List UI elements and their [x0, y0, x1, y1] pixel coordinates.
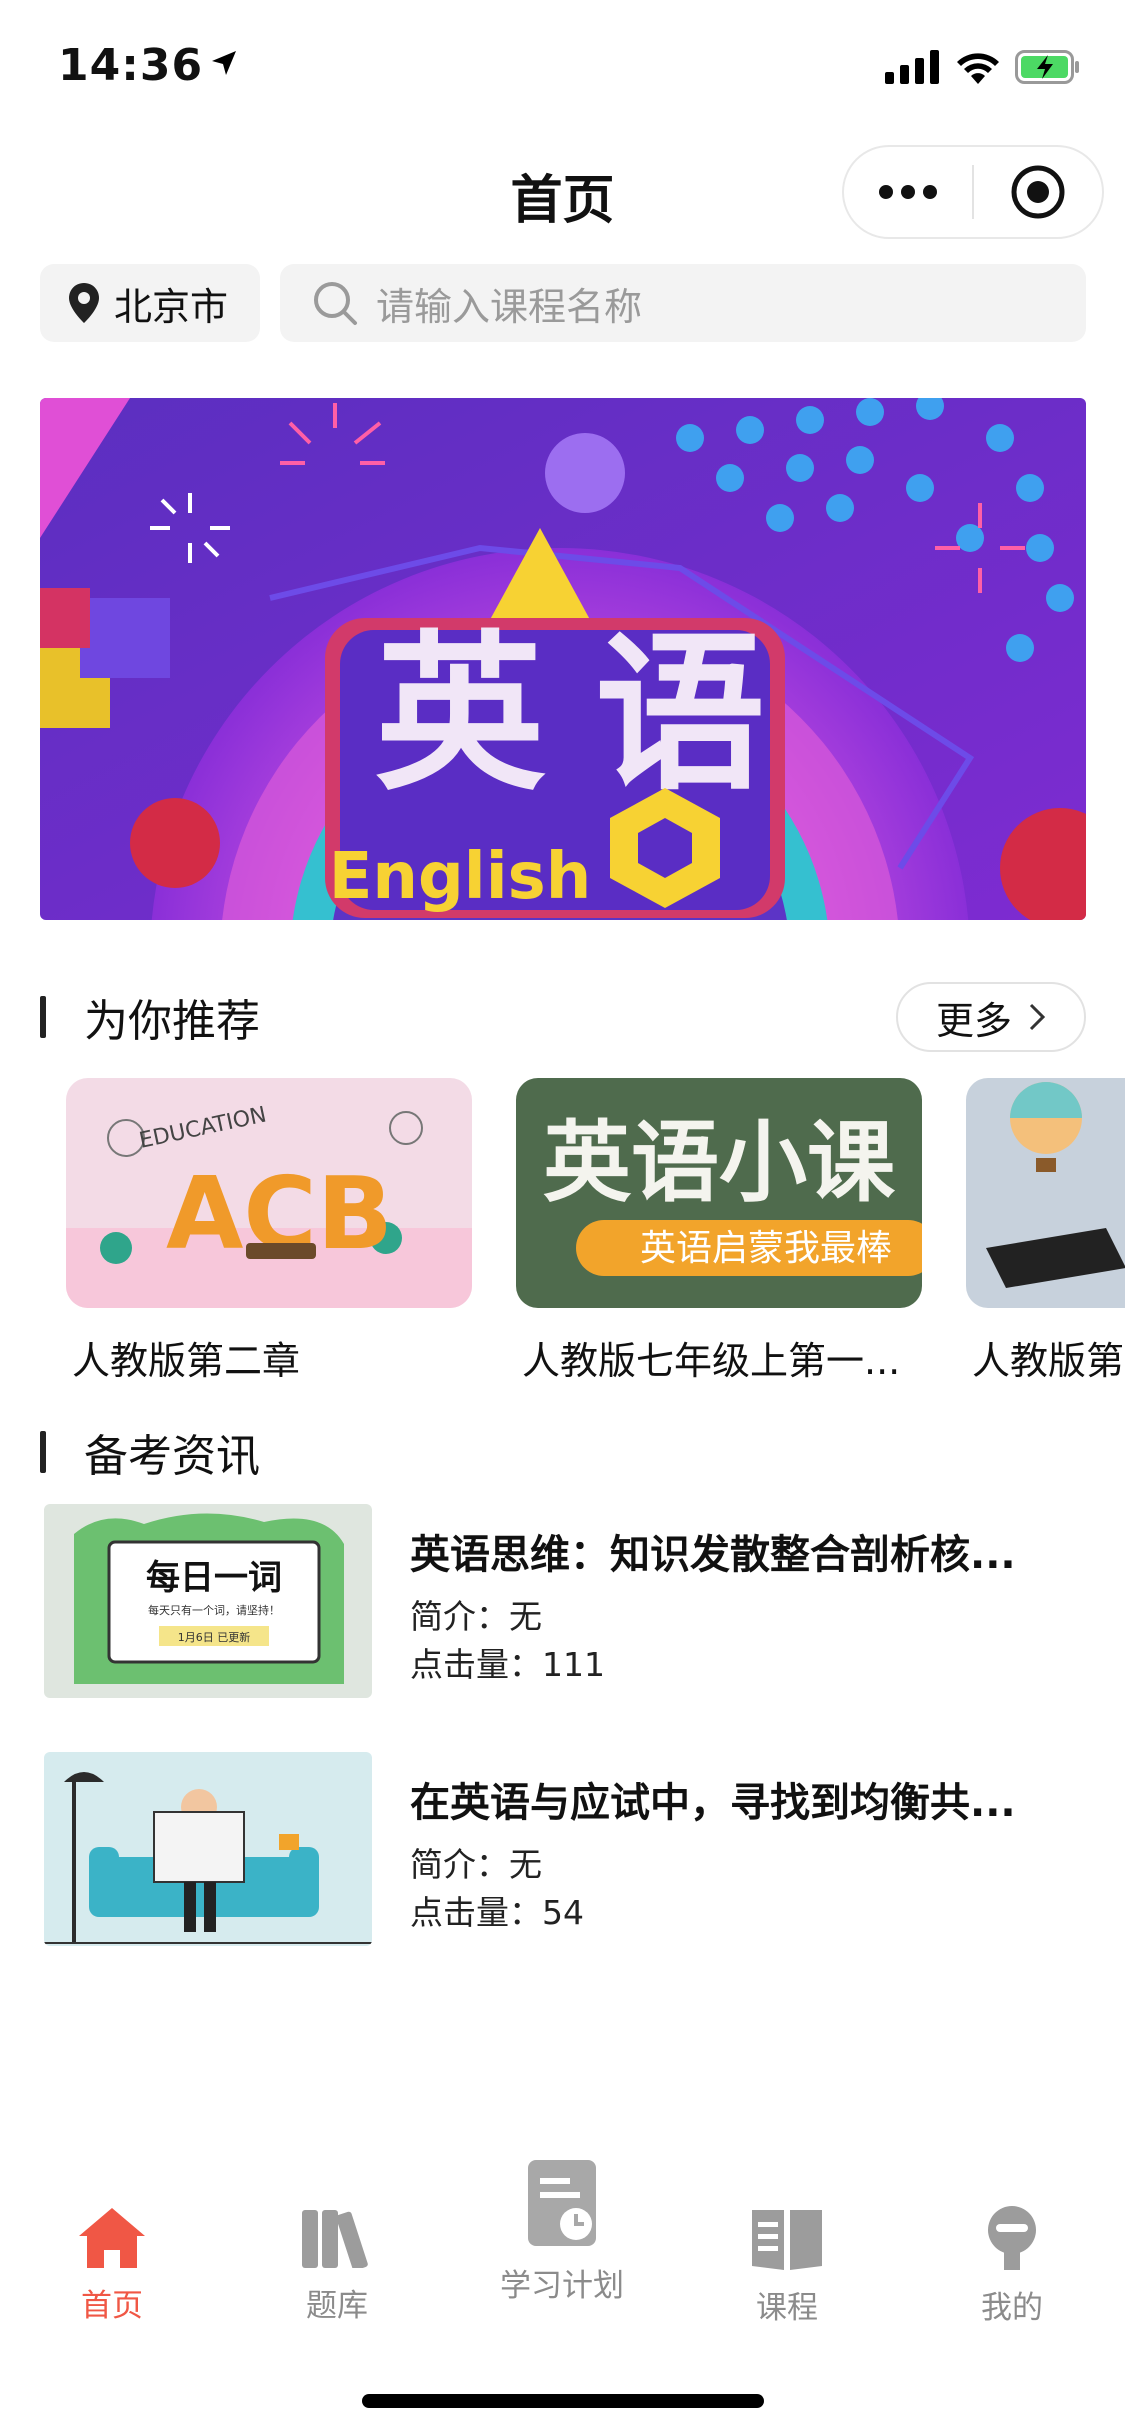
reading-newspaper-image	[44, 1752, 372, 1946]
news-clicks: 点击量：54	[410, 1893, 584, 1932]
graduation-balloon-image	[966, 1078, 1125, 1308]
course-title: 人教版第	[972, 1339, 1125, 1383]
search-icon	[314, 282, 357, 325]
news-intro: 简介：无	[410, 1845, 542, 1884]
svg-text:英: 英	[375, 616, 546, 814]
battery-charging-icon	[1015, 50, 1079, 84]
thumb-subtitle: 英语启蒙我最棒	[640, 1228, 892, 1269]
books-icon	[302, 2210, 368, 2271]
section-accent-bar	[40, 996, 46, 1038]
news-thumbnail	[44, 1752, 372, 1946]
tab-label: 题库	[306, 2288, 368, 2324]
wifi-icon	[957, 53, 999, 84]
home-indicator[interactable]	[362, 2394, 764, 2408]
svg-text:English: English	[329, 840, 592, 914]
location-pin-icon	[69, 283, 99, 323]
miniprogram-capsule	[842, 145, 1104, 239]
thumb-subtitle: 每天只有一个词，请坚持！	[148, 1603, 280, 1617]
recommend-card[interactable]: 英语小课 英语启蒙我最棒 人教版七年级上第一...	[516, 1078, 922, 1385]
news-title: 英语思维：知识发散整合剖析核...	[410, 1532, 1016, 1578]
recommend-section-header: 为你推荐	[40, 985, 260, 1049]
bottom-tab-bar: 首页 题库 学习计划 课程 我的	[0, 2150, 1125, 2330]
recommend-heading: 为你推荐	[84, 996, 260, 1047]
tab-profile[interactable]: 我的	[932, 2206, 1092, 2327]
news-clicks: 点击量：111	[410, 1645, 605, 1684]
city-name: 北京市	[114, 284, 229, 329]
more-dots-icon	[879, 185, 937, 199]
svg-text:语: 语	[595, 616, 765, 814]
tab-courses[interactable]: 课程	[707, 2206, 867, 2327]
home-icon	[79, 2208, 145, 2268]
close-miniprogram-button[interactable]	[974, 147, 1102, 237]
thumb-title: 英语小课	[543, 1111, 896, 1214]
more-button[interactable]: 更多	[896, 982, 1086, 1052]
tab-label: 学习计划	[500, 2268, 624, 2304]
thumb-tag: 1月6日 已更新	[178, 1630, 251, 1644]
english-minicourse-image: 英语小课 英语启蒙我最棒	[516, 1078, 922, 1308]
cellular-signal-icon	[885, 50, 939, 84]
city-selector[interactable]: 北京市	[40, 264, 260, 342]
promo-banner[interactable]: 英 语 English	[40, 398, 1086, 920]
course-title: 人教版第二章	[72, 1339, 301, 1383]
tab-home[interactable]: 首页	[32, 2206, 192, 2325]
status-time: 14:36	[58, 40, 239, 91]
banner-image: 英 语 English	[40, 398, 1086, 920]
plan-icon	[528, 2160, 596, 2246]
thumb-title: 每日一词	[146, 1558, 282, 1598]
tab-label: 我的	[981, 2290, 1043, 2326]
target-circle-icon	[1011, 165, 1065, 219]
news-intro: 简介：无	[410, 1597, 542, 1636]
status-icons	[885, 50, 1081, 84]
profile-icon	[988, 2206, 1036, 2270]
search-placeholder: 请输入课程名称	[376, 284, 643, 329]
course-title: 人教版七年级上第一...	[522, 1339, 901, 1383]
recommend-list: EDUCATION ACB 人教版第二章 英语小课 英语启蒙我最棒 人教版七年级…	[0, 1078, 1125, 1388]
section-accent-bar	[40, 1431, 46, 1473]
news-heading: 备考资讯	[84, 1431, 260, 1482]
tab-label: 首页	[81, 2288, 143, 2324]
status-time-text: 14:36	[58, 40, 204, 91]
education-abc-image: EDUCATION ACB	[66, 1078, 472, 1308]
recommend-card[interactable]: EDUCATION ACB 人教版第二章	[66, 1078, 472, 1385]
more-label: 更多	[935, 998, 1012, 1043]
recommend-card[interactable]: 人教版第	[966, 1078, 1125, 1385]
course-thumbnail	[966, 1078, 1125, 1308]
news-item[interactable]: 在英语与应试中，寻找到均衡共... 简介：无 点击量：54	[44, 1752, 1084, 1948]
status-bar: 14:36	[0, 0, 1125, 132]
search-input[interactable]: 请输入课程名称	[280, 264, 1086, 342]
course-book-icon	[752, 2210, 822, 2270]
chevron-right-icon	[1029, 1003, 1046, 1031]
news-title: 在英语与应试中，寻找到均衡共...	[410, 1780, 1016, 1826]
news-section-header: 备考资讯	[40, 1420, 260, 1484]
tab-label: 课程	[756, 2290, 818, 2326]
more-menu-button[interactable]	[844, 147, 972, 237]
course-thumbnail: EDUCATION ACB	[66, 1078, 472, 1308]
location-arrow-icon	[212, 51, 237, 75]
word-of-day-image: 每日一词 每天只有一个词，请坚持！ 1月6日 已更新	[44, 1504, 372, 1698]
tab-study-plan[interactable]: 学习计划	[482, 2158, 642, 2305]
news-thumbnail: 每日一词 每天只有一个词，请坚持！ 1月6日 已更新	[44, 1504, 372, 1698]
tab-question-bank[interactable]: 题库	[257, 2206, 417, 2325]
course-thumbnail: 英语小课 英语启蒙我最棒	[516, 1078, 922, 1308]
news-item[interactable]: 每日一词 每天只有一个词，请坚持！ 1月6日 已更新 英语思维：知识发散整合剖析…	[44, 1504, 1084, 1700]
